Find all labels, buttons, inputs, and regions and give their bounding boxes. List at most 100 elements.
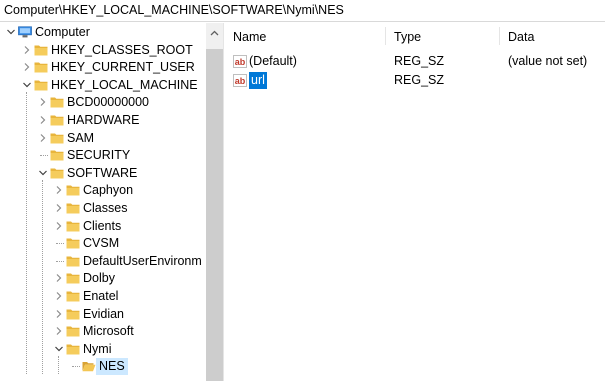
folder-icon <box>66 220 80 232</box>
chevron-down-icon[interactable] <box>22 77 32 94</box>
tree-item-label: HKEY_CLASSES_ROOT <box>51 42 193 57</box>
tree-item-label: Microsoft <box>83 324 134 339</box>
tree-item-label: CVSM <box>83 236 120 251</box>
folder-open-icon <box>82 360 96 372</box>
chevron-right-icon[interactable] <box>54 323 64 340</box>
tree-item-classes[interactable]: Classes <box>0 200 206 217</box>
scroll-up-arrow-icon[interactable] <box>210 29 219 38</box>
chevron-right-icon[interactable] <box>54 306 64 323</box>
folder-icon <box>50 114 64 126</box>
scrollbar-thumb[interactable] <box>206 49 223 381</box>
tree-item-software[interactable]: SOFTWARE <box>0 165 206 182</box>
string-value-icon: ab <box>233 55 247 68</box>
tree-item-label: Clients <box>83 218 122 233</box>
folder-icon <box>66 325 80 337</box>
tree-item-clients[interactable]: Clients <box>0 218 206 235</box>
values-list[interactable]: Name Type Data ab (Default) REG_SZ (value n… <box>229 23 605 381</box>
chevron-right-icon[interactable] <box>38 94 48 111</box>
tree-item-label: Nymi <box>83 341 112 356</box>
tree-connector <box>40 155 48 157</box>
tree-item-label: SOFTWARE <box>67 165 138 180</box>
tree-item-bcd00000000[interactable]: BCD00000000 <box>0 94 206 111</box>
value-name: (Default) <box>249 54 297 68</box>
value-data: (value not set) <box>508 54 588 68</box>
chevron-right-icon[interactable] <box>22 59 32 76</box>
chevron-right-icon[interactable] <box>54 182 64 199</box>
tree-item-hardware[interactable]: HARDWARE <box>0 112 206 129</box>
computer-icon <box>18 26 32 38</box>
tree-item-label: HKEY_LOCAL_MACHINE <box>51 77 198 92</box>
chevron-down-icon[interactable] <box>6 24 16 41</box>
value-type: REG_SZ <box>394 73 445 87</box>
column-header-data[interactable]: Data <box>508 29 534 45</box>
chevron-right-icon[interactable] <box>54 270 64 287</box>
folder-icon <box>34 44 48 56</box>
tree-item-caphyon[interactable]: Caphyon <box>0 182 206 199</box>
folder-icon <box>66 272 80 284</box>
tree-item-nymi[interactable]: Nymi <box>0 341 206 358</box>
tree-item-enatel[interactable]: Enatel <box>0 288 206 305</box>
chevron-right-icon[interactable] <box>38 130 48 147</box>
address-path: Computer\HKEY_LOCAL_MACHINE\SOFTWARE\Nym… <box>4 3 344 17</box>
tree-item-sam[interactable]: SAM <box>0 130 206 147</box>
tree-item-hkey-current-user[interactable]: HKEY_CURRENT_USER <box>0 59 206 76</box>
chevron-right-icon[interactable] <box>54 218 64 235</box>
folder-icon <box>66 343 80 355</box>
value-type: REG_SZ <box>394 54 445 68</box>
tree-item-label: BCD00000000 <box>67 95 150 110</box>
address-bar[interactable]: Computer\HKEY_LOCAL_MACHINE\SOFTWARE\Nym… <box>0 0 605 22</box>
folder-icon <box>66 308 80 320</box>
tree-guide-line <box>42 180 43 374</box>
folder-icon <box>66 237 80 249</box>
value-name: url <box>249 72 267 89</box>
tree-item-hkey-local-machine[interactable]: HKEY_LOCAL_MACHINE <box>0 77 206 94</box>
tree-item-label: DefaultUserEnvironm <box>83 253 202 268</box>
tree-item-hkey-classes-root[interactable]: HKEY_CLASSES_ROOT <box>0 42 206 59</box>
tree-item-evidian[interactable]: Evidian <box>0 306 206 323</box>
tree-item-nes[interactable]: NES <box>0 358 206 376</box>
tree-item-defaultuserenvironm[interactable]: DefaultUserEnvironm <box>0 253 206 270</box>
tree-item-security[interactable]: SECURITY <box>0 147 206 164</box>
tree-item-label: Caphyon <box>83 183 134 198</box>
tree-item-label: Classes <box>83 201 128 215</box>
column-divider[interactable] <box>499 27 500 45</box>
tree-item-label: HARDWARE <box>67 113 140 127</box>
folder-icon <box>66 290 80 302</box>
column-header-type[interactable]: Type <box>394 29 421 45</box>
tree-item-dolby[interactable]: Dolby <box>0 270 206 287</box>
tree-item-label: NES <box>96 358 128 376</box>
tree-connector <box>56 260 64 262</box>
tree-item-label: Dolby <box>83 271 115 286</box>
column-divider[interactable] <box>385 27 386 45</box>
tree-vertical-scrollbar[interactable] <box>206 23 223 381</box>
column-header-name[interactable]: Name <box>233 29 266 45</box>
tree-item-microsoft[interactable]: Microsoft <box>0 323 206 340</box>
tree-connector <box>56 243 64 245</box>
folder-icon <box>66 202 80 214</box>
chevron-right-icon[interactable] <box>54 288 64 305</box>
tree-item-label: SAM <box>67 130 95 145</box>
tree-item-label: Evidian <box>83 306 124 321</box>
value-row[interactable]: ab (Default) REG_SZ (value not set) <box>229 53 605 70</box>
tree-item-label: Enatel <box>83 289 119 303</box>
folder-icon <box>66 255 80 267</box>
folder-icon <box>66 184 80 196</box>
tree-item-cvsm[interactable]: CVSM <box>0 235 206 252</box>
registry-tree[interactable]: Computer HKEY_CLASSES_ROOT HKEY_CURRENT_US… <box>0 23 206 381</box>
tree-item-label: SECURITY <box>67 148 131 163</box>
chevron-right-icon[interactable] <box>54 200 64 217</box>
svg-text:ab: ab <box>235 57 246 67</box>
chevron-right-icon[interactable] <box>38 112 48 129</box>
tree-item-computer[interactable]: Computer <box>0 24 206 41</box>
string-value-icon: ab <box>233 74 247 87</box>
folder-icon <box>34 61 48 73</box>
folder-icon <box>34 79 48 91</box>
tree-connector <box>72 366 80 368</box>
chevron-right-icon[interactable] <box>22 42 32 59</box>
folder-icon <box>50 132 64 144</box>
svg-text:ab: ab <box>235 76 246 86</box>
chevron-down-icon[interactable] <box>54 341 64 358</box>
chevron-down-icon[interactable] <box>38 165 48 182</box>
value-row[interactable]: ab url REG_SZ <box>229 72 605 89</box>
folder-icon <box>50 167 64 179</box>
